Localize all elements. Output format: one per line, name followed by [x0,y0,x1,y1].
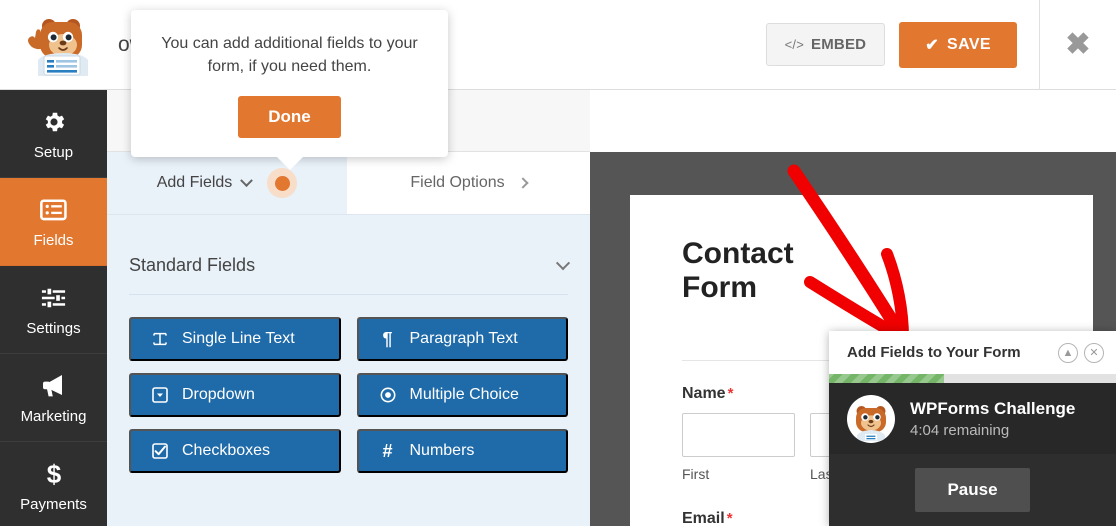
builder-sidebar: Setup Fields Settings Marketing $ Paymen… [0,90,107,526]
sidebar-item-setup[interactable]: Setup [0,90,107,178]
chevron-down-icon[interactable] [555,255,571,270]
challenge-progress-bar [829,374,1116,383]
challenge-header: Add Fields to Your Form ▲ ✕ [829,331,1116,374]
preview-field-label-name: Name * [682,385,733,403]
sidebar-item-fields[interactable]: Fields [0,178,107,266]
tab-field-options[interactable]: Field Options [347,152,590,214]
panel-tabs: Add Fields Field Options [107,152,590,215]
chevron-right-icon [516,177,529,189]
field-button-label: Multiple Choice [409,386,519,403]
sidebar-item-label: Fields [33,231,74,249]
field-button-label: Numbers [409,442,475,459]
challenge-title: Add Fields to Your Form [847,344,1021,361]
sidebar-item-payments[interactable]: $ Payments [0,442,107,526]
sliders-icon [40,283,67,313]
sidebar-item-label: Marketing [20,407,87,425]
header-actions: </> EMBED ✔ SAVE [765,21,1039,68]
code-icon: </> [784,37,805,52]
chevron-up-circle-icon[interactable]: ▲ [1058,342,1078,363]
challenge-time-remaining: 4:04 remaining [910,421,1010,439]
check-icon: ✔ [925,36,940,54]
add-fields-panel: Standard Fields Single Line Text ¶ Parag… [107,215,590,526]
preview-field-label-email: Email * [682,510,733,526]
megaphone-icon [40,371,68,401]
close-circle-icon[interactable]: ✕ [1084,342,1104,363]
close-builder-button[interactable]: ✖ [1040,0,1116,90]
pause-button[interactable]: Pause [915,468,1030,512]
tab-add-fields[interactable]: Add Fields [107,152,347,214]
field-button-dropdown[interactable]: Dropdown [129,373,341,417]
preview-label-text: Email [682,510,725,526]
checkbox-icon [151,443,169,459]
field-button-paragraph-text[interactable]: ¶ Paragraph Text [356,317,568,361]
dropdown-icon [151,387,169,403]
svg-text:$: $ [46,460,61,488]
standard-fields-group-header[interactable]: Standard Fields [129,255,571,295]
tab-field-options-label: Field Options [410,174,505,191]
onboarding-tooltip: You can add additional fields to your fo… [131,10,448,170]
field-button-label: Paragraph Text [409,330,518,347]
embed-label: EMBED [811,36,867,53]
challenge-name: WPForms Challenge [910,398,1076,418]
field-button-label: Single Line Text [182,330,295,347]
sidebar-item-label: Settings [26,319,81,337]
wpforms-bear-avatar-icon [847,394,895,443]
radio-icon [379,387,397,403]
field-button-multiple-choice[interactable]: Multiple Choice [356,373,568,417]
save-button[interactable]: ✔ SAVE [899,21,1017,68]
preview-form-title: Contact Form [682,237,794,305]
field-button-grid: Single Line Text ¶ Paragraph Text Dropdo… [129,317,568,473]
wpforms-bear-mascot-icon [28,18,88,76]
challenge-progress-fill [829,374,944,383]
preview-sublabel-first: First [682,466,710,482]
sidebar-item-settings[interactable]: Settings [0,266,107,354]
tooltip-pointer [275,156,304,170]
preview-label-text: Name [682,385,726,402]
tooltip-text: You can add additional fields to your fo… [161,35,418,76]
field-button-label: Checkboxes [182,442,271,459]
required-marker: * [726,510,733,526]
sidebar-item-label: Setup [33,143,74,161]
field-button-numbers[interactable]: # Numbers [356,429,568,473]
tooltip-done-button[interactable]: Done [238,96,341,139]
gear-icon [41,107,67,137]
wpforms-logo [0,0,110,90]
hash-icon: # [382,440,393,461]
dollar-icon: $ [43,459,65,489]
field-button-checkboxes[interactable]: Checkboxes [129,429,341,473]
chevron-down-icon [240,173,254,187]
save-label: SAVE [947,35,991,53]
wpforms-form-builder: ow editing Contact Form ? Help </> EMBED… [0,0,1116,526]
field-button-single-line-text[interactable]: Single Line Text [129,317,341,361]
challenge-info: WPForms Challenge 4:04 remaining [910,399,1075,439]
tab-add-fields-label: Add Fields [156,174,233,191]
field-button-label: Dropdown [182,386,255,403]
list-icon [40,195,67,225]
sidebar-item-marketing[interactable]: Marketing [0,354,107,442]
challenge-footer: Pause [829,454,1116,526]
close-x-icon: ✖ [1065,27,1091,61]
challenge-body: WPForms Challenge 4:04 remaining [829,383,1116,454]
wpforms-challenge-popup: Add Fields to Your Form ▲ ✕ WPForms Chal… [829,331,1116,526]
challenge-header-icons: ▲ ✕ [1058,342,1104,363]
new-field-indicator-dot[interactable] [267,168,298,198]
sidebar-item-label: Payments [20,495,87,513]
embed-button[interactable]: </> EMBED [765,23,886,66]
preview-input-first[interactable] [682,413,795,457]
required-marker: * [727,385,734,402]
paragraph-icon: ¶ [382,328,393,349]
text-cursor-icon [151,332,169,346]
standard-fields-title: Standard Fields [129,255,256,275]
